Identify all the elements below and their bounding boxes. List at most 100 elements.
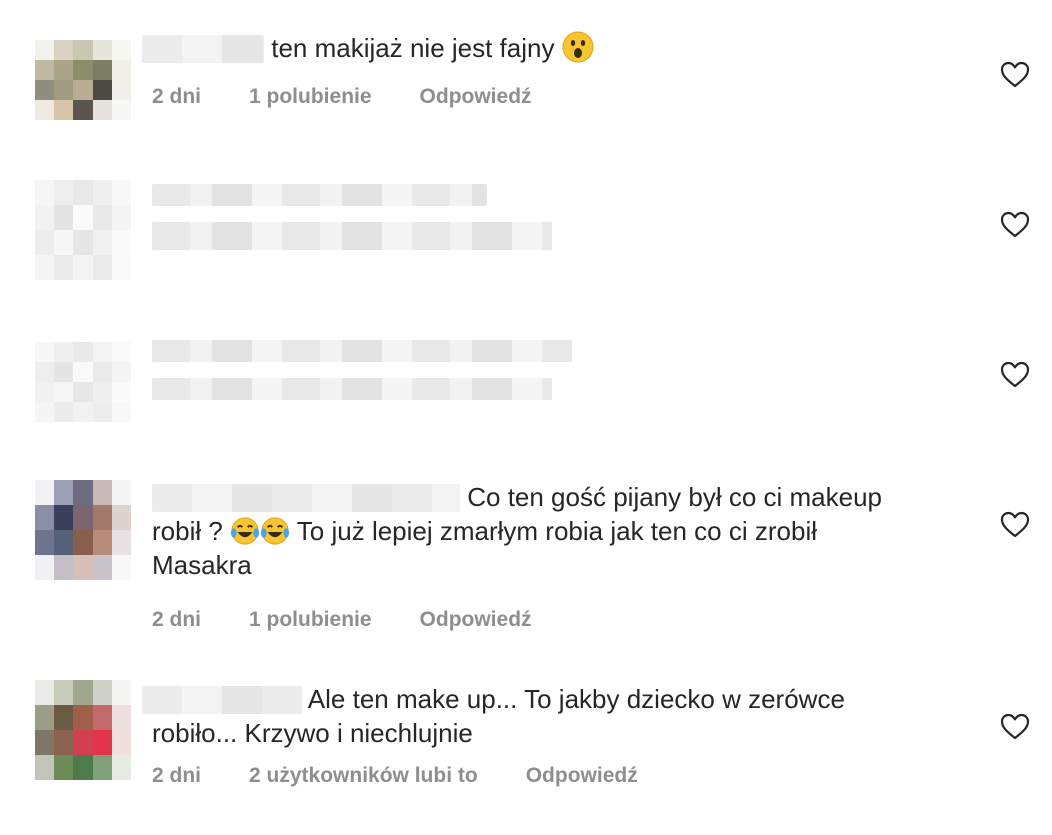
avatar-pixel	[35, 555, 55, 580]
avatar-pixel	[35, 402, 55, 422]
reply-button[interactable]: Odpowiedź	[420, 608, 532, 632]
comment-body: Ale ten make up... To jakby dziecko w ze…	[142, 682, 912, 788]
avatar-pixel	[54, 205, 74, 230]
avatar-pixel	[35, 362, 55, 382]
avatar-pixel	[35, 480, 55, 505]
avatar-pixel	[54, 755, 74, 780]
avatar-pixel	[92, 755, 112, 780]
comment-likes[interactable]: 2 użytkowników lubi to	[249, 764, 478, 788]
avatar-pixel	[35, 230, 55, 255]
avatar-pixel	[73, 230, 93, 255]
avatar-pixel	[111, 382, 131, 402]
avatar-pixel	[35, 180, 55, 205]
avatar-pixel	[73, 705, 93, 730]
heart-icon[interactable]	[1000, 712, 1030, 742]
avatar-pixel	[92, 60, 112, 80]
heart-icon[interactable]	[1000, 510, 1030, 540]
avatar-pixel	[111, 60, 131, 80]
comment-time: 2 dni	[152, 608, 202, 631]
avatar[interactable]	[35, 40, 131, 120]
avatar-pixel	[73, 40, 93, 60]
reply-button[interactable]: Odpowiedź	[420, 85, 532, 109]
avatar-pixel	[35, 40, 55, 60]
blurred-username[interactable]	[152, 484, 460, 512]
avatar-pixel	[73, 402, 93, 422]
avatar-pixel	[35, 60, 55, 80]
avatar-pixel	[111, 505, 131, 530]
reply-button[interactable]: Odpowiedź	[526, 764, 638, 788]
avatar-pixel	[54, 730, 74, 755]
avatar-pixel	[111, 555, 131, 580]
avatar-pixel	[54, 505, 74, 530]
avatar-pixel	[73, 505, 93, 530]
blurred-username[interactable]	[142, 686, 302, 714]
comment-likes[interactable]: 1 polubienie	[249, 608, 372, 632]
avatar-pixel	[73, 480, 93, 505]
avatar-pixel	[35, 382, 55, 402]
avatar-pixel	[35, 80, 55, 100]
avatar-pixel	[92, 80, 112, 100]
avatar-pixel	[54, 180, 74, 205]
avatar-pixel	[73, 382, 93, 402]
avatar-pixel	[73, 755, 93, 780]
avatar[interactable]	[35, 180, 131, 280]
avatar-pixel	[54, 530, 74, 555]
avatar-pixel	[111, 205, 131, 230]
blurred-text-line	[152, 340, 572, 362]
comment-body-blurred	[152, 184, 912, 266]
avatar-pixel	[54, 362, 74, 382]
comment-meta: 2 dni 1 polubienie Odpowiedź	[152, 608, 912, 632]
comment-body: ten makijaż nie jest fajny 2 dni 1 polub…	[142, 31, 912, 109]
avatar-pixel	[35, 342, 55, 362]
blurred-text-line	[152, 184, 487, 206]
blurred-username[interactable]	[142, 35, 264, 63]
avatar-pixel	[92, 705, 112, 730]
avatar-pixel	[54, 705, 74, 730]
avatar-pixel	[111, 80, 131, 100]
avatar-pixel	[54, 342, 74, 362]
avatar-pixel	[73, 80, 93, 100]
avatar[interactable]	[35, 480, 131, 580]
comment-meta: 2 dni 1 polubienie Odpowiedź	[152, 85, 912, 109]
avatar-pixel	[111, 755, 131, 780]
comment-time: 2 dni	[152, 764, 202, 787]
avatar-pixel	[35, 705, 55, 730]
avatar-pixel	[54, 100, 74, 120]
comment-likes[interactable]: 1 polubienie	[249, 85, 372, 109]
avatar[interactable]	[35, 680, 131, 780]
avatar-pixel	[35, 680, 55, 705]
comment-time: 2 dni	[152, 85, 202, 108]
avatar-pixel	[73, 205, 93, 230]
avatar-pixel	[35, 530, 55, 555]
avatar-pixel	[73, 342, 93, 362]
heart-icon[interactable]	[1000, 210, 1030, 240]
avatar-pixel	[35, 100, 55, 120]
avatar-pixel	[92, 40, 112, 60]
avatar-pixel	[92, 205, 112, 230]
comment-text-line: ten makijaż nie jest fajny	[142, 31, 912, 65]
avatar-pixel	[54, 80, 74, 100]
avatar-pixel	[73, 60, 93, 80]
heart-icon[interactable]	[1000, 60, 1030, 90]
avatar-pixel	[73, 100, 93, 120]
avatar-pixel	[73, 530, 93, 555]
avatar-pixel	[111, 255, 131, 280]
avatar-pixel	[92, 530, 112, 555]
avatar-pixel	[35, 505, 55, 530]
avatar-pixel	[54, 255, 74, 280]
avatar-pixel	[111, 180, 131, 205]
avatar-pixel	[54, 402, 74, 422]
avatar-pixel	[54, 60, 74, 80]
comment-body-blurred	[152, 340, 912, 416]
heart-icon[interactable]	[1000, 360, 1030, 390]
avatar-pixel	[35, 255, 55, 280]
avatar-pixel	[92, 382, 112, 402]
comment-text-line: Co ten gość pijany był co ci makeup robi…	[152, 480, 912, 582]
avatar-pixel	[54, 555, 74, 580]
avatar-pixel	[73, 680, 93, 705]
avatar[interactable]	[35, 342, 131, 422]
avatar-pixel	[54, 480, 74, 505]
avatar-pixel	[111, 480, 131, 505]
avatar-pixel	[92, 180, 112, 205]
avatar-pixel	[111, 705, 131, 730]
